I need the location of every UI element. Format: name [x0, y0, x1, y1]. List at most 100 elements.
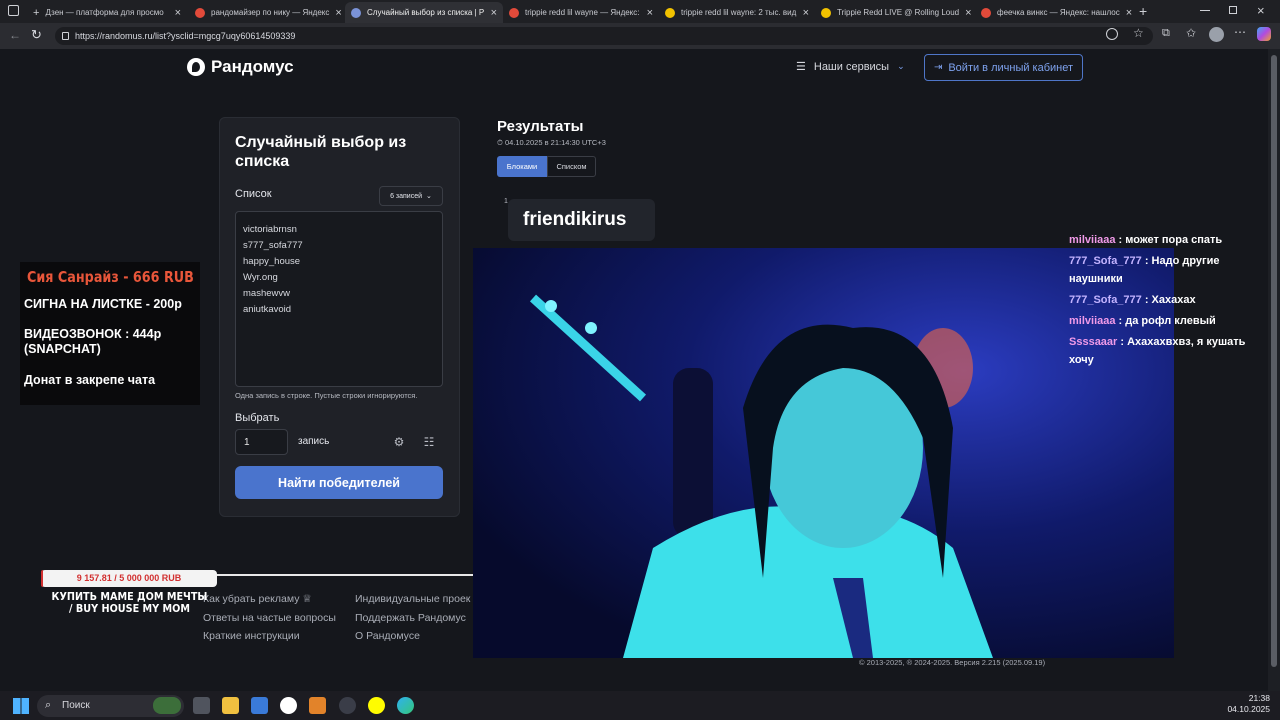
chat-message: Ssssaaar : Ахахахвхвз, я кушать хочу: [1069, 336, 1246, 366]
scrollbar-thumb[interactable]: [1271, 55, 1277, 667]
chat-message: milviiaaa : может пора спать: [1069, 234, 1223, 246]
browser-tab[interactable]: + Дзен — платформа для просмо ×: [27, 2, 187, 23]
close-tab-icon[interactable]: ×: [959, 7, 971, 19]
windows-start-icon[interactable]: [13, 698, 29, 714]
new-tab-button[interactable]: +: [1139, 3, 1147, 19]
back-arrow-icon[interactable]: ←: [9, 28, 21, 42]
menu-list-icon: ☰: [796, 61, 806, 73]
list-entry: aniutkavoid: [243, 304, 292, 315]
crown-icon: ♕: [302, 593, 312, 605]
entries-count-select[interactable]: 6 записей ⌄: [379, 186, 443, 206]
close-window-icon[interactable]: ×: [1257, 3, 1265, 18]
chat-message: 777_Sofa_777 : Надо другие наушники: [1069, 255, 1220, 285]
taskbar-search[interactable]: ⌕ Поиск: [37, 695, 184, 717]
browser-tab[interactable]: феечка винкс — Яндекс: нашлос ×: [975, 2, 1135, 23]
copyright: © 2013-2025, ® 2024-2025. Версия 2.215 (…: [859, 658, 1046, 667]
scrollbar[interactable]: [1268, 49, 1280, 691]
edge-icon[interactable]: [397, 697, 414, 714]
footer-link[interactable]: О Рандомусе: [355, 630, 420, 642]
extensions-icon[interactable]: ⧉: [1162, 27, 1170, 40]
file-explorer-icon[interactable]: [222, 697, 239, 714]
browser-tab[interactable]: trippie redd lil wayne — Яндекс: ×: [503, 2, 659, 23]
browser-tab-active[interactable]: Случайный выбор из списка | Р ×: [345, 2, 503, 23]
close-tab-icon[interactable]: ×: [797, 7, 809, 19]
chat-message: milviiaaa : да рофл клевый: [1069, 315, 1216, 327]
pick-unit-label: запись: [298, 436, 330, 447]
site-logo[interactable]: Рандомус: [187, 57, 294, 77]
pick-label: Выбрать: [235, 412, 280, 424]
login-icon: ⇥: [933, 62, 943, 73]
timer-icon: ⏱: [497, 138, 503, 147]
winner-card: friendikirus: [508, 199, 655, 241]
tab-list[interactable]: Списком: [547, 156, 596, 177]
copilot-icon[interactable]: [1257, 27, 1271, 41]
settings-gear-icon[interactable]: ⚙: [392, 435, 406, 449]
list-textarea[interactable]: victoriabrnsn s777_sofa777 happy_house W…: [235, 211, 443, 387]
browser-toolbar: ← ↻ https://randomus.ru/list?ysclid=mgcg…: [0, 23, 1280, 49]
yandex-browser-icon[interactable]: [280, 697, 297, 714]
close-tab-icon[interactable]: ×: [641, 7, 653, 19]
yandex-icon: [509, 7, 519, 18]
list-entry: Wyr.ong: [243, 272, 278, 283]
footer-link[interactable]: Индивидуальные проек: [355, 593, 473, 605]
list-entry: mashewvw: [243, 288, 290, 299]
reader-mode-icon[interactable]: [1106, 28, 1118, 40]
find-winners-button[interactable]: Найти победителей: [235, 466, 443, 499]
results-title: Результаты: [497, 118, 584, 135]
yandex-icon: [195, 7, 205, 18]
list-hint: Одна запись в строке. Пустые строки игно…: [235, 391, 418, 400]
overlay-line: СИГНА НА ЛИСТКЕ - 200р: [24, 297, 182, 311]
browser-tab[interactable]: trippie redd lil wayne: 2 тыс. вид ×: [659, 2, 815, 23]
donation-goal-bar: 9 157.81 / 5 000 000 RUB: [41, 570, 217, 587]
services-menu[interactable]: ☰ Наши сервисы ⌄: [796, 60, 905, 74]
chat-message: 777_Sofa_777 : Хахахах: [1069, 294, 1196, 306]
obs-icon[interactable]: [339, 697, 356, 714]
randomus-logo-icon: [187, 58, 205, 76]
snapchat-icon[interactable]: [368, 697, 385, 714]
close-tab-icon[interactable]: ×: [169, 7, 181, 19]
browser-tab[interactable]: Trippie Redd LIVE @ Rolling Loud ×: [815, 2, 975, 23]
pick-count-input[interactable]: 1: [235, 429, 288, 455]
footer-link[interactable]: Ответы на частые вопросы: [203, 612, 336, 624]
torch-app-icon[interactable]: [309, 697, 326, 714]
footer-link[interactable]: Краткие инструкции: [203, 630, 300, 642]
list-settings-icon[interactable]: ☷: [422, 435, 436, 449]
lock-icon: [62, 32, 69, 40]
footer-link[interactable]: Поддержать Рандомус: [355, 612, 466, 624]
more-menu-icon[interactable]: ⋯: [1234, 25, 1246, 39]
video-play-icon: [821, 7, 831, 18]
browser-tab-bar: + Дзен — платформа для просмо × рандомайз…: [0, 0, 1280, 23]
minimize-icon[interactable]: [1200, 10, 1210, 11]
stream-chat: milviiaaa : может пора спать 777_Sofa_77…: [1069, 231, 1269, 369]
tab-actions-icon[interactable]: [8, 5, 19, 16]
store-icon[interactable]: [251, 697, 268, 714]
taskbar-clock[interactable]: 21:38 04.10.2025: [1222, 693, 1270, 715]
overlay-line: Донат в закрепе чата: [24, 373, 156, 387]
favorites-icon[interactable]: ✩: [1186, 26, 1196, 40]
donation-goal-text: КУПИТЬ МАМЕ ДОМ МЕЧТЫ / BUY HOUSE MY MOM: [51, 591, 208, 615]
tab-blocks[interactable]: Блоками: [497, 156, 547, 177]
video-play-icon: [665, 7, 675, 18]
overlay-title: Сия Санрайз - 666 RUB: [27, 268, 194, 286]
taskbar: ⌕ Поиск: [0, 691, 1280, 720]
results-timestamp: ⏱ 04.10.2025 в 21:14:30 UTC+3: [497, 138, 606, 147]
profile-avatar[interactable]: [1209, 27, 1224, 42]
login-button[interactable]: ⇥ Войти в личный кабинет: [924, 54, 1083, 81]
page-title: Случайный выбор из списка: [235, 134, 407, 170]
randomus-favicon-icon: [351, 7, 361, 18]
close-tab-icon[interactable]: ×: [329, 7, 341, 19]
favorite-star-icon[interactable]: ☆: [1133, 26, 1144, 40]
list-entry: s777_sofa777: [243, 240, 303, 251]
list-entry: happy_house: [243, 256, 301, 267]
reload-icon[interactable]: ↻: [31, 27, 42, 43]
url-field[interactable]: https://randomus.ru/list?ysclid=mgcg7uqy…: [55, 27, 1153, 45]
footer-divider: [195, 574, 473, 576]
close-tab-icon[interactable]: ×: [485, 7, 497, 19]
maximize-icon[interactable]: [1229, 6, 1237, 14]
list-label: Список: [235, 188, 272, 200]
close-tab-icon[interactable]: ×: [1120, 7, 1132, 19]
task-view-icon[interactable]: [193, 697, 210, 714]
browser-tab[interactable]: рандомайзер по нику — Яндекс ×: [189, 2, 345, 23]
yandex-icon: [981, 7, 991, 18]
footer-link[interactable]: Как убрать рекламу ♕: [203, 593, 312, 605]
